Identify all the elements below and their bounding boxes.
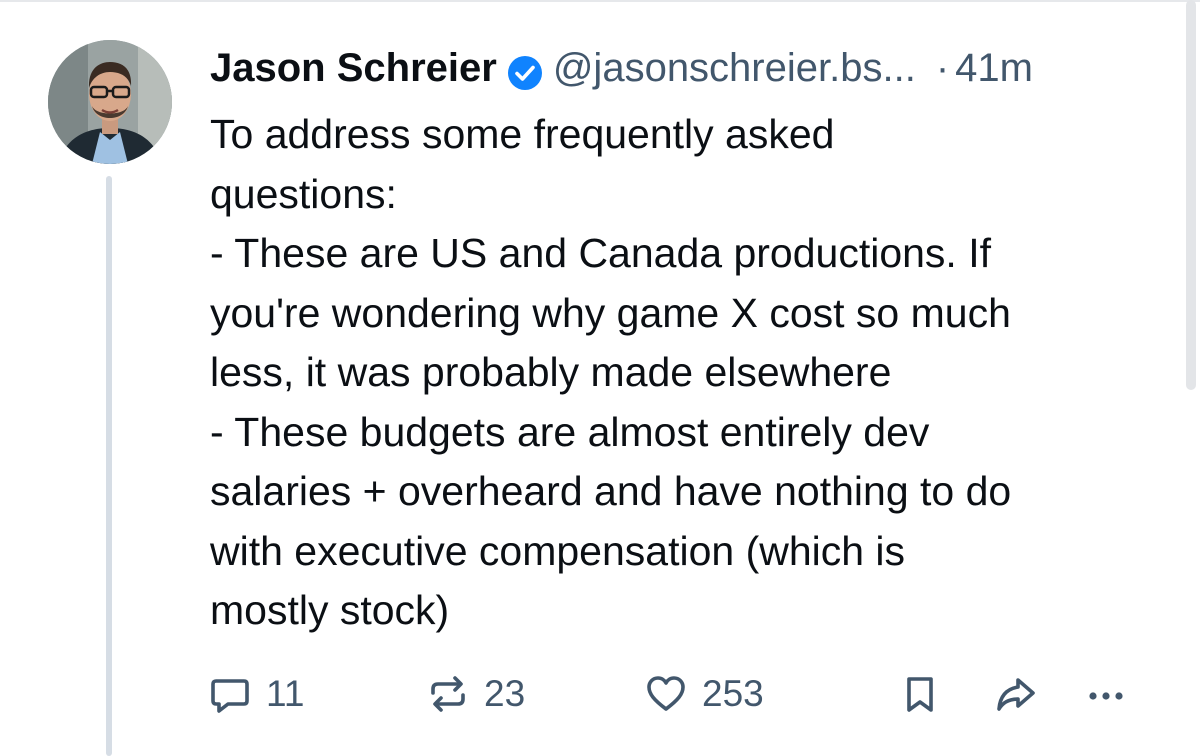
reply-icon — [211, 679, 249, 713]
like-button[interactable]: 253 — [644, 664, 764, 724]
post-view: Jason Schreier @jasonschreier.bs... · 41… — [0, 0, 1200, 756]
post-text-line: - These are US and Canada productions. I… — [210, 230, 991, 276]
post-text: To address some frequently asked questio… — [210, 105, 1170, 641]
verified-badge-icon[interactable] — [507, 50, 543, 90]
post-timestamp[interactable]: 41m — [955, 40, 1033, 96]
post-header: Jason Schreier @jasonschreier.bs... · 41… — [210, 40, 1033, 96]
share-icon — [997, 678, 1035, 711]
header-separator: · — [935, 46, 950, 90]
bookmark-button[interactable] — [898, 664, 942, 724]
repost-count: 23 — [484, 673, 526, 714]
avatar[interactable] — [48, 40, 172, 164]
thread-line — [106, 176, 112, 756]
scrollbar[interactable] — [1186, 0, 1196, 390]
bookmark-icon — [907, 677, 933, 712]
post-text-line: you're wondering why game X cost so much — [210, 289, 1011, 336]
author-handle[interactable]: @jasonschreier.bs... — [553, 40, 916, 96]
more-options-icon — [1089, 692, 1123, 700]
post-text-line: less, it was probably made elsewhere — [210, 349, 892, 395]
post-text-line: To address some frequently asked — [210, 111, 835, 157]
author-name[interactable]: Jason Schreier — [210, 40, 497, 96]
reply-count: 11 — [266, 673, 305, 714]
post-text-line: salaries + overheard and have nothing to… — [210, 468, 1012, 514]
post-actions: 11 23 253 — [208, 664, 1148, 724]
heart-icon — [647, 676, 685, 711]
reply-button[interactable]: 11 — [208, 664, 304, 724]
post-text-line: questions: — [210, 170, 397, 217]
repost-button[interactable]: 23 — [426, 664, 525, 724]
like-count: 253 — [702, 673, 764, 714]
more-options-button[interactable] — [1084, 664, 1128, 724]
share-button[interactable] — [994, 664, 1038, 724]
post-text-line: mostly stock) — [210, 587, 450, 633]
post-text-line: - These budgets are almost entirely dev — [210, 408, 930, 455]
repost-icon — [431, 676, 465, 712]
top-divider — [0, 0, 1200, 2]
post-text-line: with executive compensation (which is — [210, 527, 906, 574]
